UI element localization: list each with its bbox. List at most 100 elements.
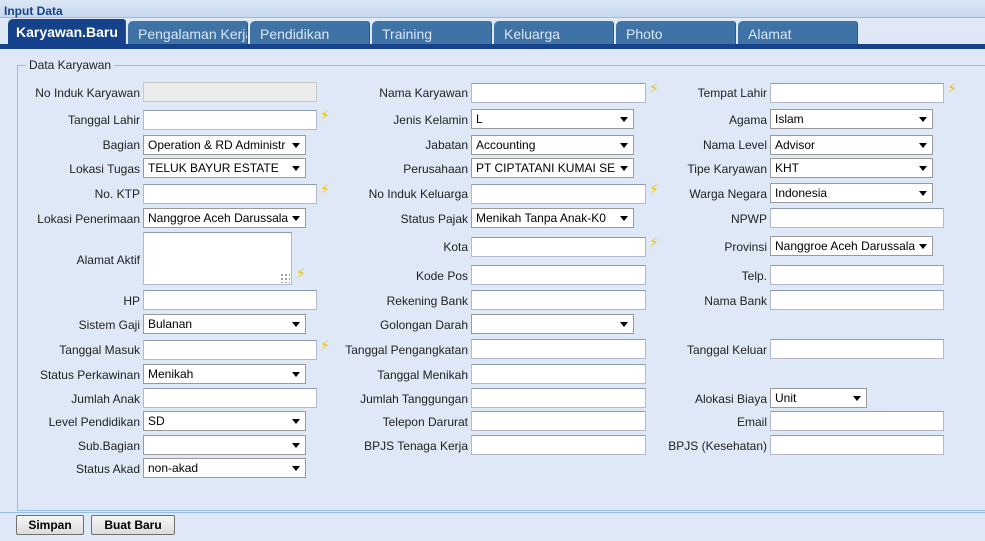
resize-grip-icon[interactable] bbox=[280, 273, 290, 283]
kode-pos-field[interactable] bbox=[471, 265, 646, 285]
label-status-akad: Status Akad bbox=[75, 462, 140, 476]
footer-divider bbox=[0, 512, 985, 513]
lokasi-tugas-value: TELUK BAYUR ESTATE bbox=[148, 161, 279, 175]
tanggal-menikah-field[interactable] bbox=[471, 364, 646, 384]
telepon-darurat-field[interactable] bbox=[471, 411, 646, 431]
tipe-karyawan-select[interactable]: KHT bbox=[770, 158, 933, 178]
chevron-down-icon bbox=[620, 117, 628, 122]
jumlah-tanggungan-field[interactable] bbox=[471, 388, 646, 408]
chevron-down-icon bbox=[919, 166, 927, 171]
label-level-pendidikan: Level Pendidikan bbox=[48, 415, 140, 429]
label-jabatan: Jabatan bbox=[425, 138, 468, 152]
tab-karyawan-baru[interactable]: Karyawan.Baru bbox=[8, 19, 126, 45]
level-pendidikan-value: SD bbox=[148, 414, 165, 428]
lokasi-penerimaan-select[interactable]: Nanggroe Aceh Darussala bbox=[143, 208, 306, 228]
warga-negara-value: Indonesia bbox=[775, 186, 828, 200]
chevron-down-icon bbox=[853, 396, 861, 401]
bpjs-kesehatan-field[interactable] bbox=[770, 435, 944, 455]
label-provinsi: Provinsi bbox=[724, 240, 767, 254]
label-kota: Kota bbox=[443, 240, 468, 254]
bagian-select[interactable]: Operation & RD Administr bbox=[143, 135, 306, 155]
required-lightning-bolt-icon: ⚡ bbox=[649, 80, 659, 96]
required-lightning-bolt-icon: ⚡ bbox=[320, 181, 330, 197]
tab-alamat[interactable]: Alamat bbox=[738, 21, 858, 45]
hp-field[interactable] bbox=[143, 290, 317, 310]
jenis-kelamin-value: L bbox=[476, 112, 483, 126]
no-ktp-field[interactable] bbox=[143, 184, 317, 204]
tab-pendidikan[interactable]: Pendidikan bbox=[250, 21, 370, 45]
label-kode-pos: Kode Pos bbox=[415, 269, 468, 283]
nama-bank-field[interactable] bbox=[770, 290, 944, 310]
chevron-down-icon bbox=[620, 216, 628, 221]
alokasi-biaya-value: Unit bbox=[775, 391, 797, 405]
no-induk-karyawan-field[interactable] bbox=[143, 82, 317, 102]
tab-pengalaman-kerja[interactable]: Pengalaman Kerja bbox=[128, 21, 248, 45]
label-warga-negara: Warga Negara bbox=[689, 187, 767, 201]
chevron-down-icon bbox=[292, 372, 300, 377]
alamat-aktif-textarea[interactable] bbox=[143, 232, 292, 285]
label-jumlah-anak: Jumlah Anak bbox=[71, 392, 140, 406]
bagian-value: Operation & RD Administr bbox=[148, 138, 286, 152]
telp-field[interactable] bbox=[770, 265, 944, 285]
label-email: Email bbox=[736, 415, 767, 429]
required-lightning-bolt-icon: ⚡ bbox=[649, 181, 659, 197]
label-bpjs-kesehatan: BPJS (Kesehatan) bbox=[668, 439, 767, 453]
chevron-down-icon bbox=[620, 322, 628, 327]
jabatan-select[interactable]: Accounting bbox=[471, 135, 634, 155]
tanggal-pengangkatan-field[interactable] bbox=[471, 339, 646, 359]
jenis-kelamin-select[interactable]: L bbox=[471, 109, 634, 129]
chevron-down-icon bbox=[292, 216, 300, 221]
tab-photo[interactable]: Photo bbox=[616, 21, 736, 45]
tipe-karyawan-value: KHT bbox=[775, 161, 799, 175]
chevron-down-icon bbox=[919, 143, 927, 148]
label-status-pajak: Status Pajak bbox=[400, 212, 468, 226]
label-tanggal-keluar: Tanggal Keluar bbox=[686, 343, 767, 357]
tanggal-keluar-field[interactable] bbox=[770, 339, 944, 359]
lokasi-tugas-select[interactable]: TELUK BAYUR ESTATE bbox=[143, 158, 306, 178]
tanggal-masuk-field[interactable] bbox=[143, 340, 317, 360]
chevron-down-icon bbox=[919, 117, 927, 122]
nama-level-value: Advisor bbox=[775, 138, 816, 152]
email-field[interactable] bbox=[770, 411, 944, 431]
kota-field[interactable] bbox=[471, 237, 646, 257]
simpan-button[interactable]: Simpan bbox=[16, 515, 84, 535]
level-pendidikan-select[interactable]: SD bbox=[143, 411, 306, 431]
label-rekening-bank: Rekening Bank bbox=[386, 294, 468, 308]
nama-level-select[interactable]: Advisor bbox=[770, 135, 933, 155]
chevron-down-icon bbox=[919, 191, 927, 196]
perusahaan-select[interactable]: PT CIPTATANI KUMAI SE bbox=[471, 158, 634, 178]
nama-karyawan-field[interactable] bbox=[471, 83, 646, 103]
required-lightning-bolt-icon: ⚡ bbox=[947, 80, 957, 96]
label-no-ktp: No. KTP bbox=[94, 187, 140, 201]
label-alokasi-biaya: Alokasi Biaya bbox=[694, 392, 767, 406]
panel-title: Input Data bbox=[4, 4, 63, 18]
tab-training[interactable]: Training bbox=[372, 21, 492, 45]
chevron-down-icon bbox=[919, 244, 927, 249]
status-pajak-select[interactable]: Menikah Tanpa Anak-K0 bbox=[471, 208, 634, 228]
panel-header: Input Data bbox=[0, 0, 985, 18]
jumlah-anak-field[interactable] bbox=[143, 388, 317, 408]
sistem-gaji-select[interactable]: Bulanan bbox=[143, 314, 306, 334]
status-perkawinan-select[interactable]: Menikah bbox=[143, 364, 306, 384]
rekening-bank-field[interactable] bbox=[471, 290, 646, 310]
status-pajak-value: Menikah Tanpa Anak-K0 bbox=[476, 211, 606, 225]
sub-bagian-select[interactable] bbox=[143, 435, 306, 455]
bpjs-tenaga-kerja-field[interactable] bbox=[471, 435, 646, 455]
warga-negara-select[interactable]: Indonesia bbox=[770, 183, 933, 203]
golongan-darah-select[interactable] bbox=[471, 314, 634, 334]
npwp-field[interactable] bbox=[770, 208, 944, 228]
buat-baru-button[interactable]: Buat Baru bbox=[91, 515, 175, 535]
label-bagian: Bagian bbox=[102, 138, 140, 152]
jabatan-value: Accounting bbox=[476, 138, 536, 152]
alokasi-biaya-select[interactable]: Unit bbox=[770, 388, 867, 408]
no-induk-keluarga-field[interactable] bbox=[471, 184, 646, 204]
tempat-lahir-field[interactable] bbox=[770, 83, 944, 103]
tanggal-lahir-field[interactable] bbox=[143, 110, 317, 130]
tab-keluarga[interactable]: Keluarga bbox=[494, 21, 614, 45]
label-nama-level: Nama Level bbox=[702, 138, 767, 152]
provinsi-select[interactable]: Nanggroe Aceh Darussala bbox=[770, 236, 933, 256]
label-tanggal-masuk: Tanggal Masuk bbox=[59, 343, 140, 357]
status-akad-select[interactable]: non-akad bbox=[143, 458, 306, 478]
agama-select[interactable]: Islam bbox=[770, 109, 933, 129]
label-jumlah-tanggungan: Jumlah Tanggungan bbox=[360, 392, 468, 406]
